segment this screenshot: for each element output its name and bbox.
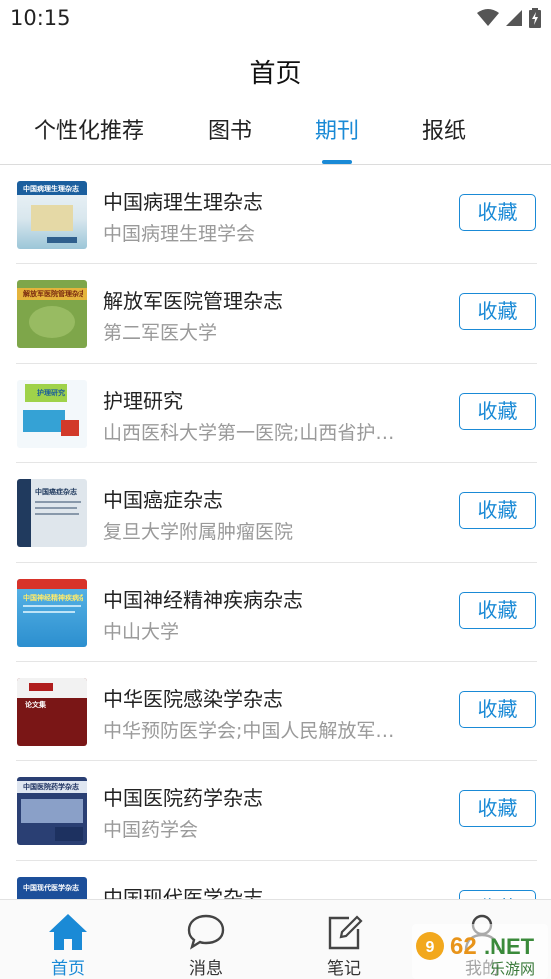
list-item[interactable]: 中国癌症杂志 中国癌症杂志 复旦大学附属肿瘤医院 收藏 [0, 463, 551, 563]
list-item[interactable]: 护理研究 护理研究 山西医科大学第一医院;山西省护理学会 收藏 [0, 364, 551, 464]
tab-personalized[interactable]: 个性化推荐 [30, 106, 148, 164]
journal-cover: 中国神经精神疾病杂志 [17, 578, 87, 647]
collect-button[interactable]: 收藏 [459, 194, 536, 231]
page-title: 首页 [249, 59, 302, 89]
svg-text:62: 62 [450, 933, 477, 960]
journal-publisher: 山西医科大学第一医院;山西省护理学会 [103, 421, 403, 444]
svg-text:.NET: .NET [484, 934, 535, 959]
tab-newspapers[interactable]: 报纸 [412, 106, 476, 164]
journal-cover: 论文集 [17, 677, 87, 746]
category-tabs: 个性化推荐 图书 期刊 报纸 [0, 106, 551, 164]
journal-publisher: 中山大学 [103, 620, 180, 643]
collect-button[interactable]: 收藏 [459, 889, 536, 899]
journal-publisher: 中国药学会 [103, 819, 199, 842]
nav-messages[interactable]: 消息 [156, 900, 256, 979]
list-item[interactable]: 论文集 中华医院感染学杂志 中华预防医学会;中国人民解放军总医院 收藏 [0, 662, 551, 762]
list-item[interactable]: 解放军医院管理杂志 解放军医院管理杂志 第二军医大学 收藏 [0, 264, 551, 365]
journal-publisher: 中华预防医学会;中国人民解放军总医院 [103, 719, 403, 742]
journal-name: 中国现代医学杂志 [103, 885, 263, 899]
status-icons [477, 8, 541, 28]
nav-label: 首页 [51, 959, 85, 979]
signal-icon [506, 10, 522, 26]
list-item[interactable]: 中国医院药学杂志 中国医院药学杂志 中国药学会 收藏 [0, 761, 551, 862]
list-item[interactable]: 中国病理生理杂志 中国病理生理杂志 中国病理生理学会 收藏 [0, 165, 551, 265]
svg-text:9: 9 [426, 939, 435, 956]
nav-notes[interactable]: 笔记 [294, 900, 394, 979]
message-icon [187, 914, 225, 950]
journal-name: 护理研究 [103, 388, 183, 413]
journal-cover: 中国现代医学杂志 [17, 876, 87, 899]
list-item[interactable]: 中国现代医学杂志 中国现代医学杂志 收藏 [0, 861, 551, 899]
title-bar: 首页 [0, 50, 551, 98]
collect-button[interactable]: 收藏 [459, 492, 536, 530]
journal-name: 中国医院药学杂志 [103, 786, 263, 811]
journal-list[interactable]: 中国病理生理杂志 中国病理生理杂志 中国病理生理学会 收藏 解放军医院管理杂志 … [0, 165, 551, 899]
collect-button[interactable]: 收藏 [459, 392, 536, 430]
list-item[interactable]: 中国神经精神疾病杂志 中国神经精神疾病杂志 中山大学 收藏 [0, 563, 551, 663]
svg-text:乐游网: 乐游网 [490, 960, 535, 978]
site-watermark-logo: 9 62 .NET 乐游网 [412, 924, 548, 979]
journal-name: 解放军医院管理杂志 [103, 289, 283, 314]
journal-publisher: 第二军医大学 [103, 322, 218, 345]
journal-name: 中国癌症杂志 [103, 488, 223, 513]
journal-cover: 中国癌症杂志 [17, 479, 87, 548]
journal-name: 中国神经精神疾病杂志 [103, 587, 303, 612]
nav-home[interactable]: 首页 [18, 900, 118, 979]
nav-label: 笔记 [327, 959, 361, 979]
collect-button[interactable]: 收藏 [459, 790, 536, 828]
collect-button[interactable]: 收藏 [459, 591, 536, 629]
note-edit-icon [328, 915, 363, 950]
tab-books[interactable]: 图书 [198, 106, 262, 164]
journal-name: 中华医院感染学杂志 [103, 686, 283, 711]
journal-cover: 解放军医院管理杂志 [17, 280, 87, 349]
collect-button[interactable]: 收藏 [459, 293, 536, 331]
tab-journals[interactable]: 期刊 [305, 106, 369, 164]
journal-cover: 护理研究 [17, 379, 87, 448]
battery-charging-icon [529, 8, 541, 28]
nav-label: 消息 [189, 959, 223, 979]
journal-name: 中国病理生理杂志 [103, 190, 263, 214]
journal-cover: 中国病理生理杂志 [17, 181, 87, 249]
journal-publisher: 复旦大学附属肿瘤医院 [103, 521, 294, 544]
status-bar: 10:15 [0, 0, 551, 38]
status-time: 10:15 [10, 6, 71, 30]
wifi-icon [477, 9, 499, 26]
journal-cover: 中国医院药学杂志 [17, 777, 87, 846]
home-icon [49, 914, 87, 950]
journal-publisher: 中国病理生理学会 [103, 223, 256, 245]
collect-button[interactable]: 收藏 [459, 690, 536, 728]
